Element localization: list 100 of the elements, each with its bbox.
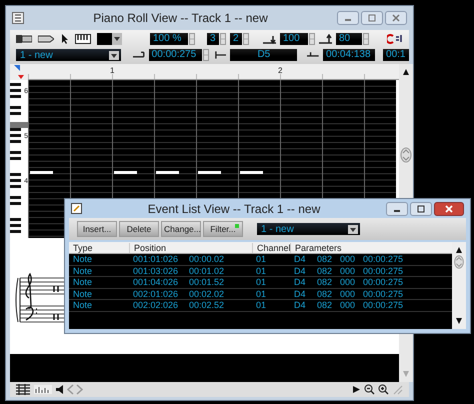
table-cell-text: 00:00:275: [362, 254, 404, 264]
number-field[interactable]: 3: [207, 33, 219, 45]
table-cell-text: 01: [255, 277, 268, 288]
keyboard-icon[interactable]: [75, 34, 91, 44]
toolbar-button[interactable]: Delete: [119, 221, 159, 237]
eraser-icon[interactable]: [16, 35, 32, 43]
table-cell-text: 01: [255, 266, 268, 276]
track-dropdown[interactable]: 1 - new: [257, 223, 360, 235]
spin-button[interactable]: [309, 33, 315, 45]
spin-button[interactable]: [243, 33, 249, 45]
track-dropdown[interactable]: 1 - new: [16, 49, 121, 61]
table-cell-text: 082: [316, 288, 334, 299]
cursor-icon[interactable]: [62, 34, 69, 44]
spin-button[interactable]: [189, 33, 195, 45]
window-title: Piano Roll View -- Track 1 -- new: [92, 11, 269, 25]
zoom-out-icon[interactable]: [364, 384, 375, 395]
table-cell-text: Note: [72, 288, 94, 299]
column-header[interactable]: Parameters: [290, 242, 410, 252]
meter-icon[interactable]: [34, 385, 52, 394]
column-header[interactable]: Channel: [252, 242, 290, 252]
table-cell-text: 000: [339, 266, 356, 276]
dropdown-arrow-icon: [348, 224, 358, 234]
table-cell-text: 001:04:026: [132, 277, 180, 288]
pitch-field[interactable]: D5: [230, 49, 298, 61]
duration-field[interactable]: 00:00:275: [148, 49, 202, 61]
event-row[interactable]: Note 001:01:026 00:00.02 01 D4 082 000 00:00:275: [69, 254, 452, 266]
minimize-button[interactable]: [386, 202, 408, 216]
scroll-up-icon[interactable]: [454, 245, 464, 255]
velocity-field[interactable]: 80: [336, 33, 362, 45]
table-cell-text: 002:02:026: [132, 300, 180, 310]
table-cell-text: 01: [255, 300, 268, 310]
event-row[interactable]: Note 001:04:026 00:01.52 01 D4 082 000 00:00:275: [69, 277, 452, 288]
toolbar-button[interactable]: Filter...: [203, 221, 243, 237]
ruler[interactable]: 1 2: [28, 64, 399, 80]
table-cell-text: 00:00.02: [188, 254, 226, 264]
speaker-icon[interactable]: [56, 385, 65, 394]
spin-button[interactable]: [220, 33, 226, 45]
dropdown-value: 1 - new: [20, 50, 53, 60]
measure-number: 1: [110, 66, 114, 75]
time-field[interactable]: 00:1: [383, 49, 409, 61]
event-row[interactable]: Note 002:01:026 00:02.02 01 D4 082 000 00:00:275: [69, 288, 452, 300]
table-cell-text: D4: [293, 254, 307, 264]
scroll-thumb[interactable]: [400, 147, 412, 163]
maximize-button[interactable]: [410, 202, 432, 216]
number-field[interactable]: 2: [230, 33, 242, 45]
close-icon: [392, 14, 400, 22]
table-cell-text: 00:00:275: [362, 266, 404, 276]
column-header[interactable]: Position: [129, 242, 252, 252]
close-button[interactable]: [434, 202, 464, 216]
dropdown-value: 1 - new: [261, 224, 294, 234]
color-picker[interactable]: [97, 33, 122, 45]
table-cell-text: 000: [339, 277, 356, 288]
table-cell-text: Note: [72, 254, 94, 264]
event-row[interactable]: Note 002:02:026 00:02.52 01 D4 082 000 00:00:275: [69, 300, 452, 312]
measure-number: 2: [278, 66, 282, 75]
table-cell-text: 01: [255, 254, 268, 264]
scroll-thumb[interactable]: [453, 255, 465, 269]
dropdown-arrow-icon: [109, 50, 119, 60]
table-cell-text: D4: [293, 266, 307, 276]
table-cell-text: 00:01.02: [188, 266, 226, 276]
maximize-icon: [417, 204, 425, 212]
scroll-up-icon[interactable]: [401, 67, 411, 77]
table-cell-text: D4: [293, 277, 307, 288]
table-cell-text: 00:00:275: [362, 288, 404, 299]
spin-button[interactable]: [202, 49, 209, 61]
zoom-in-icon[interactable]: [378, 384, 389, 395]
zoom-field[interactable]: 100 %: [150, 33, 188, 45]
table-cell-text: 000: [339, 254, 356, 264]
table-cell-text: 00:00:275: [362, 300, 404, 310]
table-cell-text: 00:01.52: [188, 277, 226, 288]
event-row[interactable]: Note 001:03:026 00:01.02 01 D4 082 000 00:00:275: [69, 266, 452, 277]
velocity-on-icon: [263, 34, 276, 44]
scroll-down-icon[interactable]: [454, 316, 464, 326]
time-field[interactable]: 00:04:138: [323, 49, 376, 61]
table-cell-text: Note: [72, 266, 94, 276]
table-cell-text: 000: [339, 300, 356, 310]
spin-button[interactable]: [363, 33, 369, 45]
table-cell-text: 000: [339, 288, 356, 299]
table-cell-text: 00:02.02: [188, 288, 226, 299]
table-cell-text: 00:02.52: [188, 300, 226, 310]
toolbar-button[interactable]: Change...: [161, 221, 201, 237]
close-button[interactable]: [385, 11, 407, 25]
column-header[interactable]: Type: [69, 242, 129, 252]
indicator-icon: [235, 224, 239, 228]
maximize-icon: [368, 14, 376, 22]
dropdown-arrow-icon: [114, 37, 120, 41]
resize-grip-icon[interactable]: [392, 384, 403, 395]
table-cell-text: D4: [293, 288, 307, 299]
play-icon[interactable]: [352, 385, 361, 394]
table-cell-text: 082: [316, 266, 334, 276]
table-cell-text: Note: [72, 277, 94, 288]
table-cell-text: 002:01:026: [132, 288, 180, 299]
scrollbar[interactable]: [452, 242, 466, 329]
velocity-field[interactable]: 100: [280, 33, 308, 45]
grid-icon: [12, 12, 24, 24]
table-cell-text: 001:03:026: [132, 266, 180, 276]
table-cell-text: 082: [316, 254, 334, 264]
window-title: Event List View -- Track 1 -- new: [146, 202, 322, 216]
score-icon[interactable]: [16, 384, 30, 395]
toolbar-button[interactable]: Insert...: [77, 221, 117, 237]
